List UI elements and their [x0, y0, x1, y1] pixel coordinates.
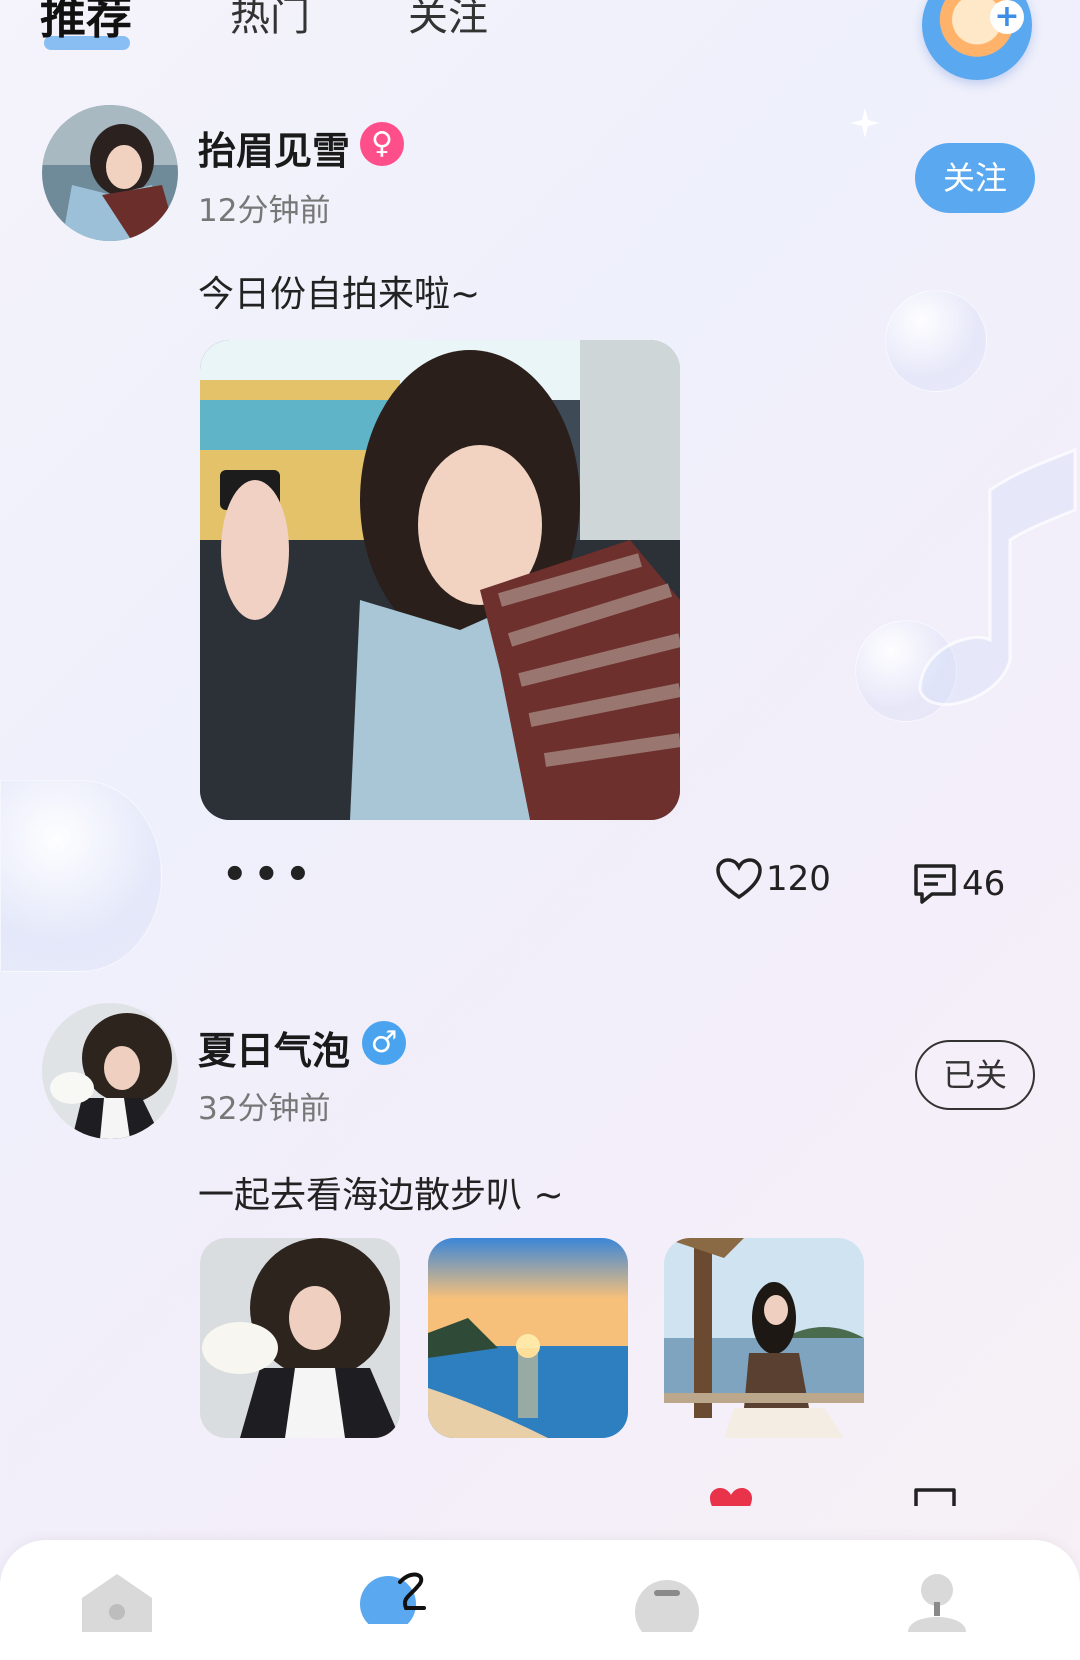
- comment-count: 46: [962, 864, 1006, 904]
- music-note-decoration: [918, 447, 1077, 706]
- username[interactable]: 抬眉见雪: [198, 120, 350, 175]
- like-button[interactable]: [708, 1486, 758, 1506]
- tab-following[interactable]: 关注: [408, 0, 488, 37]
- post-photo[interactable]: [200, 1238, 400, 1438]
- feed-tabs: 推荐 热门 关注: [40, 0, 586, 60]
- username[interactable]: 夏日气泡: [198, 1020, 350, 1075]
- plus-icon: +: [990, 0, 1024, 34]
- post-photo[interactable]: [664, 1238, 864, 1438]
- sparkle-decoration: [850, 108, 880, 138]
- tab-recommend[interactable]: 推荐: [40, 0, 132, 50]
- male-gender-icon: ♂: [362, 1021, 406, 1065]
- avatar[interactable]: [42, 105, 178, 241]
- female-gender-icon: ♀: [360, 122, 404, 166]
- post-caption: 今日份自拍来啦~: [198, 274, 481, 315]
- comment-button[interactable]: 46: [912, 862, 1005, 906]
- mascot-post-button[interactable]: +: [922, 0, 1032, 80]
- more-options-button[interactable]: •••: [222, 852, 317, 898]
- following-button[interactable]: 已关: [915, 1040, 1035, 1110]
- profile-icon[interactable]: [900, 1572, 974, 1632]
- message-icon[interactable]: [630, 1572, 704, 1632]
- home-icon[interactable]: [80, 1572, 154, 1632]
- post-time: 32分钟前: [198, 1091, 331, 1127]
- tab-hot[interactable]: 热门: [230, 0, 310, 37]
- heart-icon: [710, 1488, 752, 1506]
- like-button[interactable]: 120: [716, 858, 831, 900]
- like-count: 120: [766, 859, 831, 899]
- bottom-nav-bar: [0, 1540, 1080, 1660]
- post-time: 12分钟前: [198, 193, 331, 229]
- comment-icon: [914, 864, 956, 904]
- bubble-decoration: [885, 290, 987, 392]
- avatar[interactable]: [42, 1003, 178, 1139]
- follow-button[interactable]: 关注: [915, 143, 1035, 213]
- planet-icon[interactable]: [358, 1564, 432, 1624]
- post-photo[interactable]: [200, 340, 680, 820]
- bubble-decoration: [0, 780, 162, 972]
- heart-icon: [716, 858, 762, 900]
- bubble-decoration: [855, 620, 957, 722]
- comment-button[interactable]: [912, 1486, 962, 1506]
- comment-icon: [914, 1488, 956, 1506]
- post-photo[interactable]: [428, 1238, 628, 1438]
- post-caption: 一起去看海边散步叭 ~: [198, 1175, 564, 1216]
